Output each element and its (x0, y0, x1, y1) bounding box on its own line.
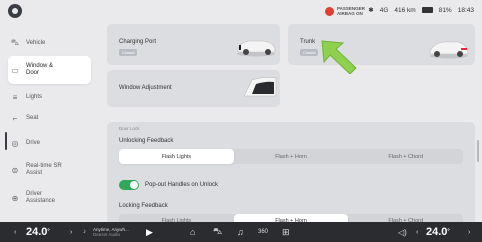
temp-right-unit: ° (447, 229, 450, 235)
temp-right[interactable]: 24.0 ° (426, 222, 450, 242)
brand-logo (8, 4, 22, 18)
sidebar-item-label: Drive (26, 140, 41, 146)
trunk-title: Trunk (300, 39, 316, 45)
sidebar-item-label: Driver Assistance (26, 191, 56, 204)
music-note-icon: ♪ (83, 229, 86, 235)
bottom-dock: ‹ 24.0 ° › ♪ Anytime, Anywh... Deezer Aud… (0, 222, 482, 242)
popout-handles-toggle[interactable] (119, 180, 139, 190)
airbag-line2: AIRBAG ON (337, 11, 363, 16)
seat-icon: ⌐ (12, 113, 18, 123)
lights-icon: ≡ (12, 92, 18, 102)
unlock-option-flash-lights[interactable]: Flash Lights (119, 149, 234, 164)
sidebar-item-label: Real-time SR Assist (26, 163, 62, 176)
trunk-status: Closed (300, 49, 319, 56)
temp-left-unit: ° (47, 229, 50, 235)
airbag-icon (325, 6, 334, 16)
temp-right-increase-icon[interactable]: › (468, 222, 470, 242)
sr-assist-icon: ⊜ (11, 165, 19, 175)
pointer-arrow-icon (321, 40, 357, 74)
sidebar-item-label: Vehicle (26, 40, 46, 46)
music-icon[interactable]: ♫ (237, 222, 244, 242)
apps-grid-icon[interactable]: ⊞ (282, 222, 290, 242)
sidebar-item-vehicle[interactable]: ⛍ Vehicle (8, 33, 91, 53)
status-bar: PASSENGER AIRBAG ON ✱ 4G 416 km 81% 18:4… (0, 0, 482, 24)
scroll-indicator (5, 132, 7, 150)
trunk-card[interactable]: Trunk Closed (288, 24, 475, 74)
temp-left[interactable]: 24.0 ° (26, 222, 50, 242)
car-control-icon[interactable]: ⛍ (213, 222, 222, 242)
driver-assist-icon: ⊕ (11, 193, 19, 203)
signal-label: 4G (379, 6, 389, 14)
battery-icon (421, 7, 433, 13)
window-adjustment-title: Window Adjustment (119, 85, 172, 91)
sidebar-item-drive[interactable]: ◎ Drive (8, 133, 91, 153)
temp-right-value: 24.0 (426, 226, 448, 238)
door-lock-label: Door Lock (119, 126, 140, 131)
range-value: 416 km (394, 6, 416, 14)
charging-port-status: Closed (119, 49, 138, 56)
sidebar-item-seat[interactable]: ⌐ Seat (8, 108, 91, 128)
temp-right-decrease-icon[interactable]: ‹ (416, 222, 418, 242)
sidebar-item-label: Window & Door (26, 63, 54, 76)
unlocking-feedback-title: Unlocking Feedback (119, 138, 174, 144)
media-subtitle: Deezer Audio (93, 232, 121, 237)
battery-value: 81% (438, 6, 452, 14)
car-icon: ⛍ (10, 38, 20, 47)
sidebar-item-lights[interactable]: ≡ Lights (8, 87, 91, 107)
locking-feedback-title: Locking Feedback (119, 203, 168, 209)
clock: 18:43 (457, 6, 474, 14)
media-info[interactable]: Anytime, Anywh... Deezer Audio (93, 222, 129, 242)
settings-sidebar: ⛍ Vehicle ▭ Window & Door ≡ Lights ⌐ Sea… (0, 24, 95, 220)
car-side-image (237, 40, 276, 57)
sidebar-item-window-door[interactable]: ▭ Window & Door (8, 56, 91, 84)
sidebar-item-label: Seat (26, 115, 39, 121)
unlocking-feedback-selector: Flash Lights Flash + Horn Flash + Chord (119, 149, 463, 164)
camera-360-icon[interactable]: 360 (258, 222, 268, 242)
play-icon[interactable]: ▶ (146, 222, 153, 242)
charging-port-card[interactable]: Charging Port Closed (107, 24, 280, 65)
window-image (243, 77, 277, 97)
sidebar-item-label: Lights (26, 94, 43, 100)
content-scrollbar[interactable] (477, 140, 479, 162)
volume-icon[interactable]: ◁) (398, 222, 407, 242)
door-icon: ▭ (11, 65, 19, 75)
popout-handles-label: Pop-out Handles on Unlock (145, 182, 219, 188)
steering-icon: ◎ (11, 138, 19, 148)
sidebar-item-sr-assist[interactable]: ⊜ Real-time SR Assist (8, 159, 91, 181)
unlock-option-flash-chord[interactable]: Flash + Chord (348, 149, 463, 164)
status-right: ✱ 4G 416 km 81% 18:43 (368, 6, 474, 15)
sidebar-item-driver-assistance[interactable]: ⊕ Driver Assistance (8, 187, 91, 209)
charging-port-title: Charging Port (119, 39, 157, 45)
unlock-option-flash-horn[interactable]: Flash + Horn (234, 149, 349, 164)
airbag-indicator: PASSENGER AIRBAG ON (325, 6, 365, 16)
door-lock-section: Door Lock Unlocking Feedback Flash Light… (107, 122, 475, 232)
home-icon[interactable]: ⌂ (190, 222, 195, 242)
window-adjustment-card[interactable]: Window Adjustment (107, 70, 280, 107)
temp-left-decrease-icon[interactable]: ‹ (14, 222, 16, 242)
temp-left-value: 24.0 (26, 226, 48, 238)
bluetooth-icon: ✱ (368, 7, 374, 14)
temp-left-increase-icon[interactable]: › (70, 222, 72, 242)
car-rear-image (429, 41, 469, 59)
